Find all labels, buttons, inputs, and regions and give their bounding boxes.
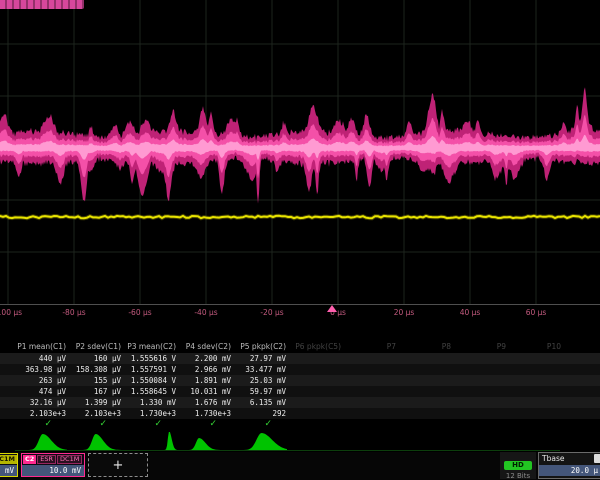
measurement-header[interactable]: P5 pkpk(C2): [237, 341, 292, 352]
measurement-cell: ✓: [17, 419, 72, 430]
table-row: 440 µV160 µV1.555616 V2.200 mV27.97 mV: [0, 353, 600, 364]
measurement-cell: 440 µV: [17, 353, 72, 364]
oscilloscope-screen: -100 µs-80 µs-60 µs-40 µs-20 µs0 µs20 µs…: [0, 0, 600, 480]
measurement-header[interactable]: P1 mean(C1): [17, 341, 72, 352]
measurement-cell: 1.557591 V: [127, 364, 182, 375]
measurement-cell: 2.200 mV: [182, 353, 237, 364]
measurement-header[interactable]: P2 sdev(C1): [72, 341, 127, 352]
measurement-histicon[interactable]: [17, 432, 72, 452]
measurement-cell: 363.98 µV: [17, 364, 72, 375]
table-row: 474 µV167 µV1.558645 V10.031 mV59.97 mV: [0, 386, 600, 397]
measurement-cell: 1.891 mV: [182, 375, 237, 386]
time-axis-label: 20 µs: [394, 308, 415, 317]
minimized-dialog-tab[interactable]: [0, 0, 84, 9]
measurement-cell: 1.730e+3: [182, 408, 237, 419]
c2-esr-badge: ESR: [37, 455, 56, 464]
measurement-cell: 6.135 mV: [237, 397, 292, 408]
measurement-cell: 1.399 µV: [72, 397, 127, 408]
measurement-cell: 1.550084 V: [127, 375, 182, 386]
hd-bits-label: 12 Bits: [500, 472, 536, 480]
measurement-cell: 158.308 µV: [72, 364, 127, 375]
waveform-display[interactable]: [0, 0, 600, 304]
measurement-header[interactable]: P8: [402, 341, 457, 352]
measurement-histicon[interactable]: [182, 432, 237, 452]
measurement-cell: 2.103e+3: [72, 408, 127, 419]
time-axis-label: -20 µs: [260, 308, 283, 317]
descriptor-bar: DC1M 0 mV C2 ESR DC1M 10.0 mV + HD 12 Bi…: [0, 452, 600, 480]
c2-channel-badge: C2: [23, 455, 36, 464]
time-axis: -100 µs-80 µs-60 µs-40 µs-20 µs0 µs20 µs…: [0, 304, 600, 322]
measurement-header[interactable]: P10: [512, 341, 567, 352]
measurement-header[interactable]: P3 mean(C2): [127, 341, 182, 352]
table-row: 2.103e+32.103e+31.730e+31.730e+3292: [0, 408, 600, 419]
measurement-table: P1 mean(C1)P2 sdev(C1)P3 mean(C2)P4 sdev…: [0, 341, 600, 432]
histicon-row: [0, 432, 600, 452]
measurement-cell: 25.03 mV: [237, 375, 292, 386]
table-row: 32.16 µV1.399 µV1.330 mV1.676 mV6.135 mV: [0, 397, 600, 408]
measurement-cell: 167 µV: [72, 386, 127, 397]
time-axis-label: -60 µs: [128, 308, 151, 317]
waveform-traces: [0, 0, 600, 304]
measurement-cell: 32.16 µV: [17, 397, 72, 408]
measurement-histicon[interactable]: [127, 432, 182, 452]
measurement-cell: 1.555616 V: [127, 353, 182, 364]
c2-coupling-badge: DC1M: [57, 455, 82, 464]
c2-scale-value: 10.0 mV: [22, 465, 84, 476]
measurement-cell: ✓: [127, 419, 182, 430]
time-axis-label: 40 µs: [460, 308, 481, 317]
table-row: 263 µV155 µV1.550084 V1.891 mV25.03 mV: [0, 375, 600, 386]
trigger-position-marker[interactable]: [327, 305, 337, 312]
add-trace-button[interactable]: +: [88, 453, 148, 477]
time-axis-label: 60 µs: [526, 308, 547, 317]
c1-scale-value: 0 mV: [0, 465, 17, 476]
hd-badge: HD: [504, 461, 532, 470]
measurement-cell: 33.477 mV: [237, 364, 292, 375]
measurement-cell: ✓: [72, 419, 127, 430]
time-axis-label: -80 µs: [62, 308, 85, 317]
measurement-header[interactable]: P11: [567, 341, 600, 352]
measurement-cell: ✓: [182, 419, 237, 430]
measurement-cell: 263 µV: [17, 375, 72, 386]
timebase-descriptor[interactable]: Tbase 20.0 µ: [538, 452, 600, 479]
measurement-cell: ✓: [237, 419, 292, 430]
measurement-cell: 160 µV: [72, 353, 127, 364]
measurement-cell: 1.558645 V: [127, 386, 182, 397]
measurement-cell: 292: [237, 408, 292, 419]
table-row: P1 mean(C1)P2 sdev(C1)P3 mean(C2)P4 sdev…: [0, 341, 600, 352]
measurement-header[interactable]: P6 pkpk(C5): [292, 341, 347, 352]
measurement-cell: 27.97 mV: [237, 353, 292, 364]
channel-c1-descriptor[interactable]: DC1M 0 mV: [0, 453, 18, 477]
measurement-histicon[interactable]: [72, 432, 127, 452]
measurement-cell: 1.330 mV: [127, 397, 182, 408]
c1-coupling-badge: DC1M: [0, 455, 17, 464]
measurement-cell: 1.730e+3: [127, 408, 182, 419]
measurement-cell: 155 µV: [72, 375, 127, 386]
timebase-value: 20.0 µ: [539, 465, 600, 476]
measurement-cell: 2.103e+3: [17, 408, 72, 419]
measurement-cell: 2.966 mV: [182, 364, 237, 375]
channel-c2-descriptor[interactable]: C2 ESR DC1M 10.0 mV: [21, 453, 85, 477]
trigger-box-fragment: [594, 454, 600, 463]
measurement-histicon[interactable]: [237, 432, 292, 452]
hd-mode-tile[interactable]: HD 12 Bits: [500, 452, 536, 479]
measurement-cell: 10.031 mV: [182, 386, 237, 397]
measurement-header[interactable]: P7: [347, 341, 402, 352]
time-axis-label: -40 µs: [194, 308, 217, 317]
measurement-cell: 1.676 mV: [182, 397, 237, 408]
measurement-header[interactable]: P9: [457, 341, 512, 352]
time-axis-label: -100 µs: [0, 308, 22, 317]
measurement-header[interactable]: P4 sdev(C2): [182, 341, 237, 352]
measurement-cell: 474 µV: [17, 386, 72, 397]
table-row: 363.98 µV158.308 µV1.557591 V2.966 mV33.…: [0, 364, 600, 375]
measurement-cell: 59.97 mV: [237, 386, 292, 397]
timebase-label: Tbase: [539, 453, 600, 465]
table-row: ✓✓✓✓✓: [0, 419, 600, 432]
